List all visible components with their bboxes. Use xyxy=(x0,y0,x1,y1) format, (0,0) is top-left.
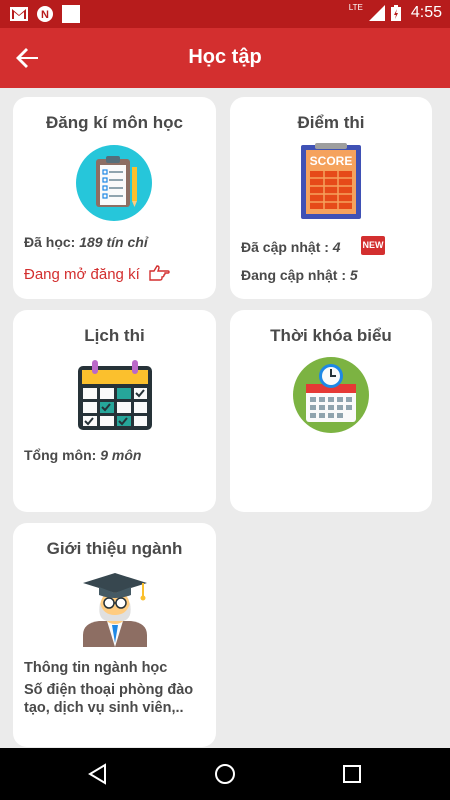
svg-text:N: N xyxy=(41,9,49,21)
system-nav-bar xyxy=(0,748,450,800)
lte-label: LTE xyxy=(348,2,363,12)
registration-title: Đăng kí môn học xyxy=(46,113,183,132)
app-bar: Học tập xyxy=(0,28,450,88)
nav-back-icon[interactable] xyxy=(86,762,110,786)
calendar-check-icon xyxy=(78,360,152,430)
registration-card[interactable]: Đăng kí môn học Đã học: 189 tín chỉ Đang… xyxy=(13,97,216,299)
exam-schedule-title: Lịch thi xyxy=(84,326,145,345)
timetable-title: Thời khóa biểu xyxy=(270,326,392,345)
scores-card[interactable]: Điểm thi SCORE Đã cập nhật : 4 NEW Đang … xyxy=(230,97,432,299)
new-badge: NEW xyxy=(361,236,385,255)
scores-title: Điểm thi xyxy=(297,113,365,132)
status-bar: N LTE 4:55 xyxy=(0,0,450,28)
gmail-icon xyxy=(10,7,28,21)
scores-updated: Đã cập nhật : 4 xyxy=(241,239,341,255)
blank-app-icon xyxy=(62,5,80,23)
nav-home-icon[interactable] xyxy=(213,762,237,786)
score-board-icon: SCORE xyxy=(301,143,361,219)
nav-recents-icon[interactable] xyxy=(340,762,364,786)
major-intro-title: Giới thiệu ngành xyxy=(46,539,183,558)
hand-pointing-icon xyxy=(149,265,170,281)
signal-icon xyxy=(368,5,385,21)
exam-total-subjects: Tổng môn: 9 môn xyxy=(24,447,142,463)
studied-credits: Đã học: 189 tín chỉ xyxy=(24,234,148,250)
page-title: Học tập xyxy=(188,46,262,68)
calendar-clock-icon xyxy=(293,357,369,433)
status-time: 4:55 xyxy=(410,4,442,21)
clipboard-checklist-icon xyxy=(76,145,152,221)
registration-open-link[interactable]: Đang mở đăng kí xyxy=(24,264,170,283)
exam-schedule-card[interactable]: Lịch thi Tổng môn: 9 môn xyxy=(13,310,216,512)
major-line-2: Số điện thoại phòng đào xyxy=(24,682,194,698)
major-line-3: tạo, dịch vụ sinh viên,.. xyxy=(24,700,184,716)
score-icon-text: SCORE xyxy=(310,154,353,168)
major-intro-card[interactable]: Giới thiệu ngành Thông tin ngành học Số … xyxy=(13,523,216,747)
timetable-card[interactable]: Thời khóa biểu xyxy=(230,310,432,512)
notification-n-icon: N xyxy=(37,6,53,22)
professor-icon xyxy=(83,573,147,647)
major-line-1: Thông tin ngành học xyxy=(24,660,168,676)
scores-updating: Đang cập nhật : 5 xyxy=(241,267,358,283)
battery-icon xyxy=(390,5,401,21)
